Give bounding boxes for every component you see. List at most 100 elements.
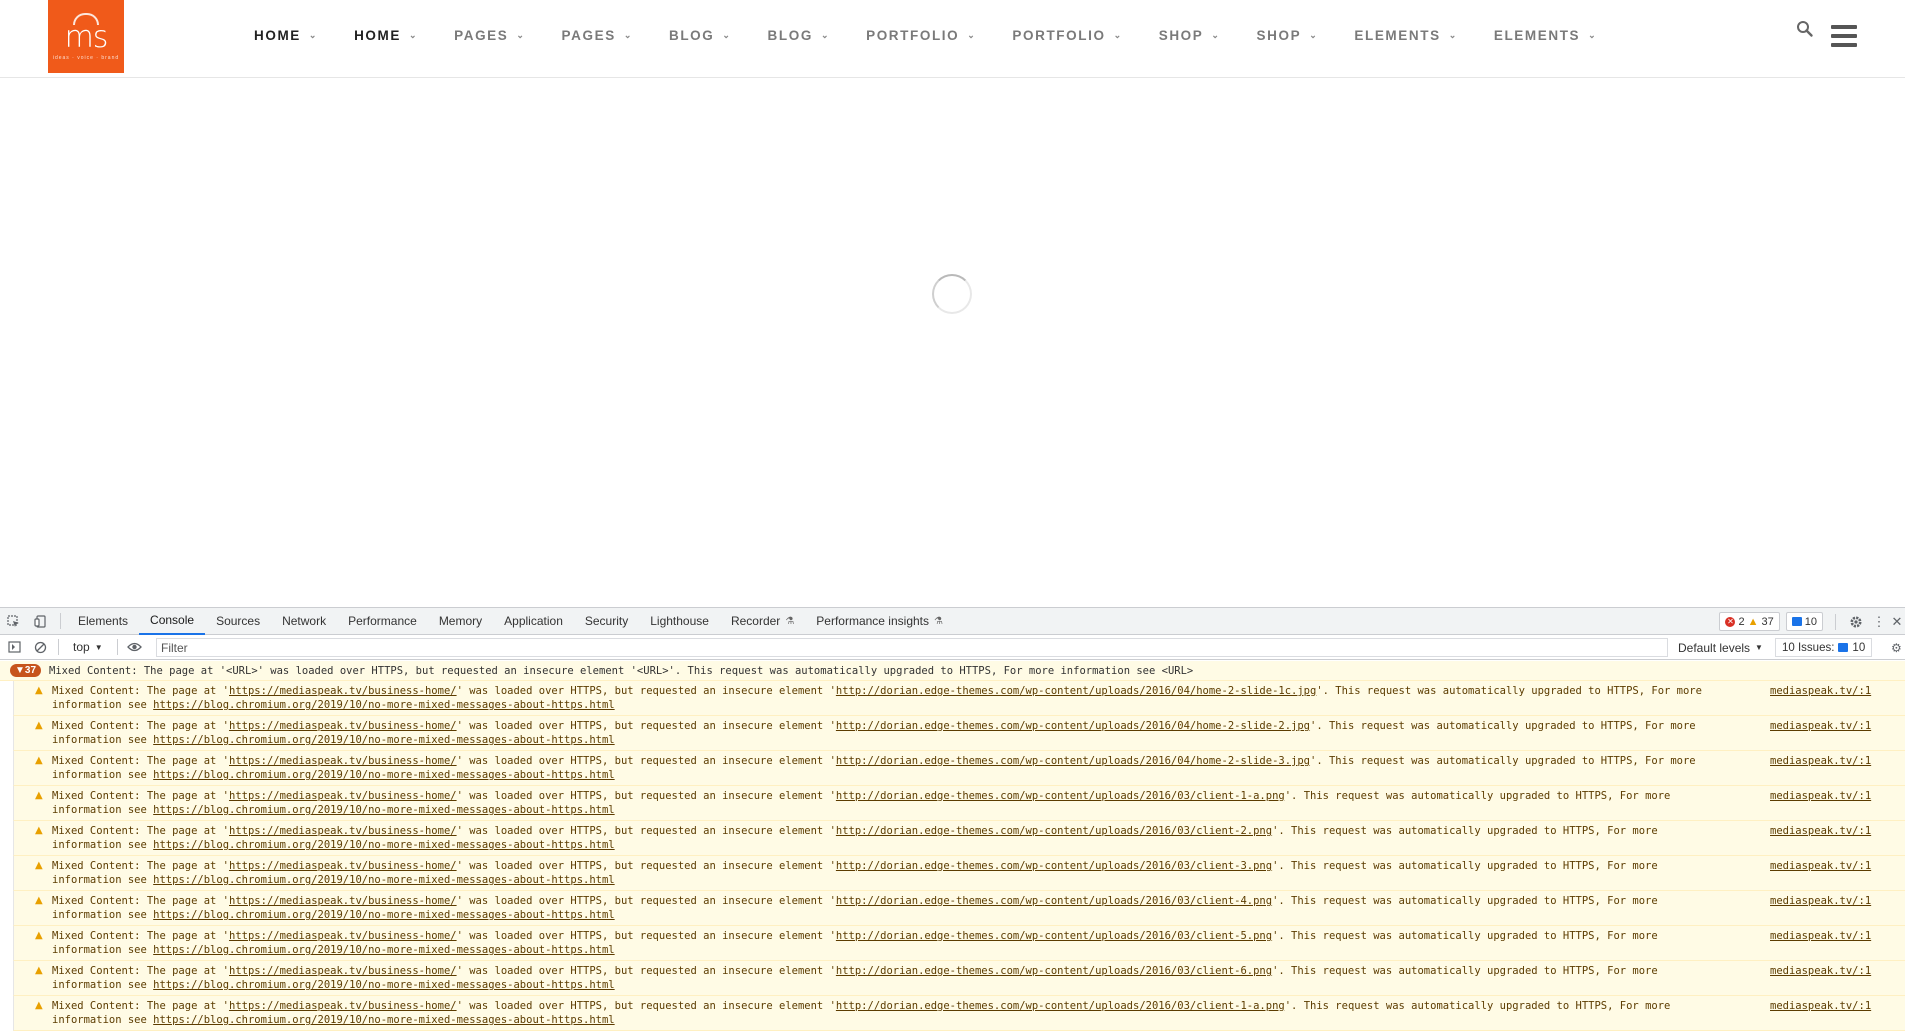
- tab-elements[interactable]: Elements: [67, 608, 139, 635]
- site-logo[interactable]: ms ideas · voice · brand: [48, 0, 124, 73]
- nav-item-shop[interactable]: SHOP ⌄: [1239, 28, 1337, 43]
- tab-performance[interactable]: Performance: [337, 608, 428, 635]
- source-link[interactable]: mediaspeak.tv/:1: [1770, 719, 1871, 733]
- nav-item-elements[interactable]: ELEMENTS ⌄: [1476, 28, 1615, 43]
- message-text: '. This request was automatically upgrad…: [1272, 930, 1633, 942]
- info-url-link[interactable]: https://blog.chromium.org/2019/10/no-mor…: [153, 699, 614, 711]
- nav-item-pages[interactable]: PAGES ⌄: [436, 28, 543, 43]
- element-url-link[interactable]: http://dorian.edge-themes.com/wp-content…: [836, 755, 1310, 767]
- message-line-2: information see https://blog.chromium.or…: [52, 943, 1905, 957]
- nav-item-pages[interactable]: PAGES ⌄: [544, 28, 651, 43]
- source-link[interactable]: mediaspeak.tv/:1: [1770, 999, 1871, 1013]
- element-url-link[interactable]: http://dorian.edge-themes.com/wp-content…: [836, 930, 1272, 942]
- group-summary-text: Mixed Content: The page at '<URL>' was l…: [49, 664, 1194, 677]
- source-link[interactable]: mediaspeak.tv/:1: [1770, 929, 1871, 943]
- more-options-icon[interactable]: ⋮: [1869, 608, 1889, 635]
- element-url-link[interactable]: http://dorian.edge-themes.com/wp-content…: [836, 965, 1272, 977]
- nav-item-portfolio[interactable]: PORTFOLIO ⌄: [848, 28, 994, 43]
- nav-item-home[interactable]: HOME ⌄: [336, 28, 436, 43]
- inspect-element-icon[interactable]: [0, 608, 27, 635]
- log-levels-dropdown[interactable]: Default levels ▼: [1668, 635, 1773, 660]
- info-count-button[interactable]: 10: [1785, 612, 1823, 631]
- source-link[interactable]: mediaspeak.tv/:1: [1770, 964, 1871, 978]
- info-url-link[interactable]: https://blog.chromium.org/2019/10/no-mor…: [153, 734, 614, 746]
- console-group-header[interactable]: ▼ 37 Mixed Content: The page at '<URL>' …: [0, 661, 1905, 681]
- info-url-link[interactable]: https://blog.chromium.org/2019/10/no-mor…: [153, 1014, 614, 1026]
- nav-item-home[interactable]: HOME ⌄: [236, 28, 336, 43]
- message-text: '. This request was automatically upgrad…: [1272, 895, 1633, 907]
- nav-item-elements[interactable]: ELEMENTS ⌄: [1336, 28, 1475, 43]
- tab-network[interactable]: Network: [271, 608, 337, 635]
- issues-button[interactable]: 10 Issues: 10: [1775, 638, 1873, 657]
- console-settings-icon[interactable]: ⚙: [1891, 635, 1905, 660]
- info-url-link[interactable]: https://blog.chromium.org/2019/10/no-mor…: [153, 874, 614, 886]
- nav-item-label: HOME: [354, 27, 401, 43]
- page-url-link[interactable]: https://mediaspeak.tv/business-home/: [229, 790, 457, 802]
- chevron-down-icon: ⌄: [722, 29, 732, 40]
- message-counts-button[interactable]: ✕ 2 ▲ 37: [1719, 612, 1780, 631]
- element-url-link[interactable]: http://dorian.edge-themes.com/wp-content…: [836, 685, 1316, 697]
- source-link[interactable]: mediaspeak.tv/:1: [1770, 859, 1871, 873]
- source-link[interactable]: mediaspeak.tv/:1: [1770, 754, 1871, 768]
- sidebar-toggle-icon[interactable]: [0, 635, 28, 660]
- console-warning-message: ▲ Mixed Content: The page at 'https://med…: [13, 751, 1905, 786]
- element-url-link[interactable]: http://dorian.edge-themes.com/wp-content…: [836, 790, 1285, 802]
- tab-recorder[interactable]: Recorder ⚗: [720, 608, 805, 635]
- info-url-link[interactable]: https://blog.chromium.org/2019/10/no-mor…: [153, 839, 614, 851]
- nav-item-blog[interactable]: BLOG ⌄: [651, 28, 750, 43]
- page-url-link[interactable]: https://mediaspeak.tv/business-home/: [229, 1000, 457, 1012]
- source-link[interactable]: mediaspeak.tv/:1: [1770, 789, 1871, 803]
- device-toolbar-icon[interactable]: [27, 608, 54, 635]
- element-url-link[interactable]: http://dorian.edge-themes.com/wp-content…: [836, 720, 1310, 732]
- element-url-link[interactable]: http://dorian.edge-themes.com/wp-content…: [836, 860, 1272, 872]
- tab-memory[interactable]: Memory: [428, 608, 493, 635]
- info-url-link[interactable]: https://blog.chromium.org/2019/10/no-mor…: [153, 909, 614, 921]
- issues-count: 10: [1852, 641, 1866, 654]
- clear-console-icon[interactable]: [28, 635, 52, 660]
- nav-item-portfolio[interactable]: PORTFOLIO ⌄: [994, 28, 1140, 43]
- page-url-link[interactable]: https://mediaspeak.tv/business-home/: [229, 965, 457, 977]
- console-filter-input[interactable]: [156, 638, 1668, 657]
- nav-item-blog[interactable]: BLOG ⌄: [750, 28, 849, 43]
- group-count-badge[interactable]: ▼ 37: [10, 664, 42, 677]
- nav-item-shop[interactable]: SHOP ⌄: [1141, 28, 1239, 43]
- tab-label: Sources: [216, 614, 261, 628]
- page-url-link[interactable]: https://mediaspeak.tv/business-home/: [229, 755, 457, 767]
- message-text: more: [1645, 1000, 1671, 1012]
- context-selector[interactable]: top ▼: [65, 635, 111, 660]
- toolbar-divider: [58, 639, 59, 655]
- page-url-link[interactable]: https://mediaspeak.tv/business-home/: [229, 860, 457, 872]
- info-url-link[interactable]: https://blog.chromium.org/2019/10/no-mor…: [153, 804, 614, 816]
- tab-security[interactable]: Security: [574, 608, 639, 635]
- source-link[interactable]: mediaspeak.tv/:1: [1770, 894, 1871, 908]
- source-link[interactable]: mediaspeak.tv/:1: [1770, 684, 1871, 698]
- settings-gear-icon[interactable]: [1842, 608, 1869, 635]
- search-icon[interactable]: [1796, 20, 1816, 40]
- page-url-link[interactable]: https://mediaspeak.tv/business-home/: [229, 685, 457, 697]
- message-text: ' was loaded over HTTPS, but requested a…: [456, 685, 836, 697]
- message-line-2: information see https://blog.chromium.or…: [52, 873, 1905, 887]
- page-url-link[interactable]: https://mediaspeak.tv/business-home/: [229, 825, 457, 837]
- source-link[interactable]: mediaspeak.tv/:1: [1770, 824, 1871, 838]
- info-url-link[interactable]: https://blog.chromium.org/2019/10/no-mor…: [153, 944, 614, 956]
- info-url-link[interactable]: https://blog.chromium.org/2019/10/no-mor…: [153, 979, 614, 991]
- tab-lighthouse[interactable]: Lighthouse: [639, 608, 720, 635]
- info-url-link[interactable]: https://blog.chromium.org/2019/10/no-mor…: [153, 769, 614, 781]
- page-url-link[interactable]: https://mediaspeak.tv/business-home/: [229, 930, 457, 942]
- close-devtools-icon[interactable]: ✕: [1889, 608, 1905, 635]
- console-warning-message: ▲ Mixed Content: The page at 'https://med…: [13, 961, 1905, 996]
- message-icon: [1791, 617, 1802, 626]
- page-url-link[interactable]: https://mediaspeak.tv/business-home/: [229, 895, 457, 907]
- page-url-link[interactable]: https://mediaspeak.tv/business-home/: [229, 720, 457, 732]
- tab-application[interactable]: Application: [493, 608, 574, 635]
- element-url-link[interactable]: http://dorian.edge-themes.com/wp-content…: [836, 825, 1272, 837]
- element-url-link[interactable]: http://dorian.edge-themes.com/wp-content…: [836, 1000, 1285, 1012]
- live-expression-eye-icon[interactable]: [124, 635, 146, 660]
- message-text: information see: [52, 804, 154, 816]
- hamburger-menu-icon[interactable]: [1831, 25, 1857, 47]
- tab-console[interactable]: Console: [139, 608, 206, 635]
- tab-sources[interactable]: Sources: [205, 608, 271, 635]
- tab-performance-insights[interactable]: Performance insights ⚗: [805, 608, 954, 635]
- element-url-link[interactable]: http://dorian.edge-themes.com/wp-content…: [836, 895, 1272, 907]
- toolbar-divider: [116, 639, 118, 655]
